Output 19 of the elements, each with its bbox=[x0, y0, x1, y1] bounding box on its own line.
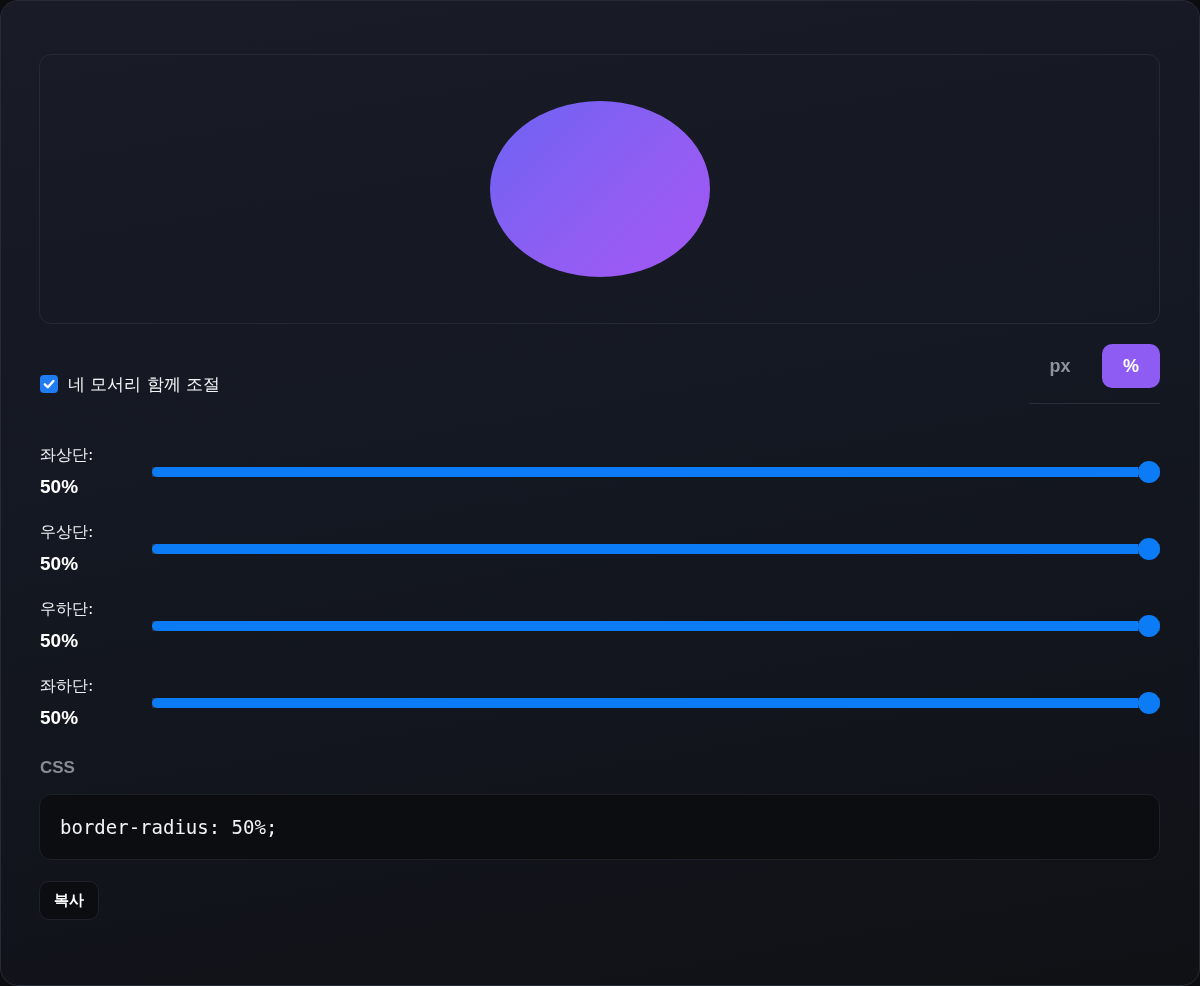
copy-button[interactable]: 복사 bbox=[39, 881, 99, 920]
corner-value: 50% bbox=[40, 706, 79, 730]
corner-label: 좌하단: bbox=[40, 675, 94, 697]
css-heading: CSS bbox=[39, 757, 75, 779]
slider-thumb[interactable] bbox=[1138, 692, 1160, 714]
slider-thumb[interactable] bbox=[1138, 461, 1160, 483]
checkbox[interactable] bbox=[40, 375, 58, 393]
slider-thumb[interactable] bbox=[1138, 538, 1160, 560]
css-code: border-radius: 50%; bbox=[60, 816, 278, 838]
corner-value: 50% bbox=[40, 552, 79, 576]
slider-thumb[interactable] bbox=[1138, 615, 1160, 637]
unit-toggle-button[interactable]: px bbox=[1031, 344, 1089, 388]
checkbox-label[interactable]: 네 모서리 함께 조절 bbox=[68, 373, 221, 395]
corner-label: 좌상단: bbox=[40, 444, 94, 466]
corner-value: 50% bbox=[40, 475, 79, 499]
unit-toggle-button[interactable]: % bbox=[1102, 344, 1160, 388]
corner-label: 우하단: bbox=[40, 598, 94, 620]
corner-value: 50% bbox=[40, 629, 79, 653]
corner-label: 우상단: bbox=[40, 521, 94, 543]
